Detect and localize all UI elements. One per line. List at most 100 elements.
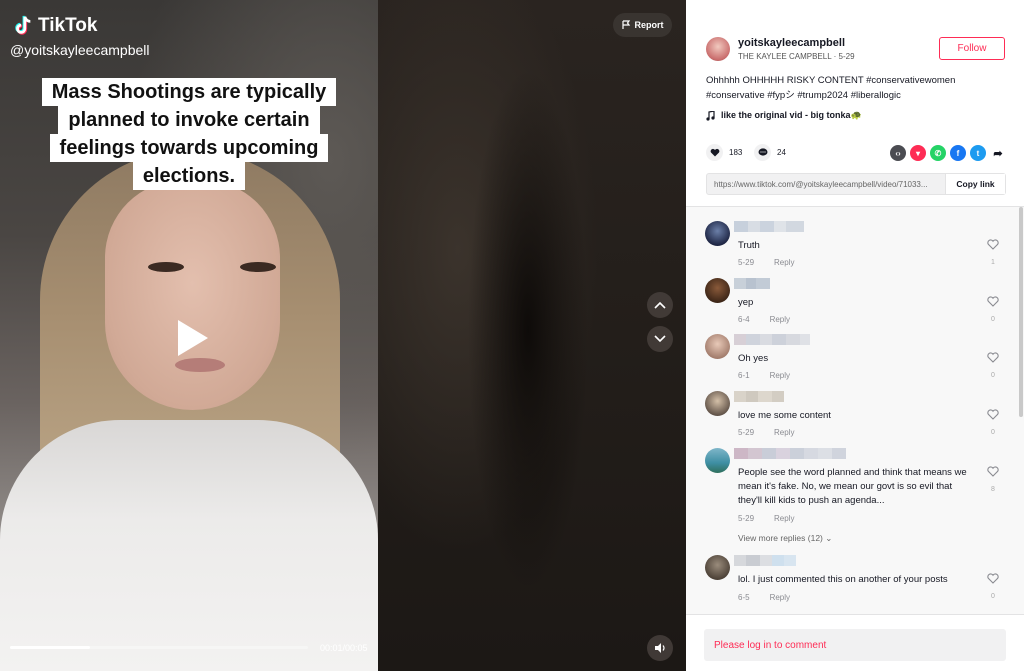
comment-like-count: 0 (991, 372, 995, 379)
comment-count: 24 (777, 148, 786, 157)
chevron-down-icon: ⌄ (825, 533, 833, 543)
comment-like-button[interactable]: 0 (986, 571, 1000, 600)
comment-date: 6-5 (738, 593, 750, 602)
comment-like-button[interactable]: 0 (986, 407, 1000, 436)
report-button[interactable]: Report (613, 13, 672, 37)
commenter-avatar[interactable] (705, 391, 730, 416)
commenter-name-redacted[interactable] (734, 555, 796, 566)
comment-date: 5-29 (738, 514, 755, 523)
caption-line: Mass Shootings are typically (41, 78, 337, 106)
share-icons: ‹› ▾ ✆ f t ➦ (890, 145, 1006, 161)
music-link[interactable]: like the original vid - big tonka🐢 (706, 110, 862, 121)
post-description: Ohhhhh OHHHHH RISKY CONTENT #conservativ… (706, 75, 956, 101)
tiktok-video-page: TikTok @yoitskayleecampbell Mass Shootin… (0, 0, 1024, 671)
heart-outline-icon (987, 239, 999, 250)
chevron-down-icon (654, 335, 666, 343)
reply-link[interactable]: Reply (770, 593, 790, 602)
video-subject-shirt (0, 420, 378, 671)
play-icon[interactable] (178, 320, 208, 356)
view-more-replies[interactable]: View more replies (12) ⌄ (738, 533, 832, 544)
comment-date: 5-29 (738, 258, 755, 267)
video-time: 00:01/00:05 (320, 643, 368, 653)
video-progress-bar[interactable] (10, 646, 308, 649)
comment-text: Truth (738, 240, 760, 251)
send-icon[interactable]: ▾ (910, 145, 926, 161)
comment-like-count: 1 (991, 259, 995, 266)
share-link[interactable]: https://www.tiktok.com/@yoitskayleecampb… (714, 180, 946, 189)
commenter-name-redacted[interactable] (734, 334, 810, 345)
reply-link[interactable]: Reply (774, 514, 794, 523)
reply-link[interactable]: Reply (774, 258, 794, 267)
comment-date: 5-29 (738, 428, 755, 437)
comment-like-button[interactable]: 8 (986, 464, 1000, 493)
commenter-name-redacted[interactable] (734, 221, 804, 232)
comment-like-count: 0 (991, 593, 995, 600)
facebook-icon[interactable]: f (950, 145, 966, 161)
commenter-avatar[interactable] (705, 221, 730, 246)
comment-like-button[interactable]: 1 (986, 237, 1000, 266)
comment-icon (758, 148, 767, 156)
report-label: Report (634, 20, 664, 30)
speaker-icon (654, 643, 665, 653)
follow-button[interactable]: Follow (939, 37, 1005, 60)
comment-like-count: 0 (991, 316, 995, 323)
heart-outline-icon (987, 296, 999, 307)
next-video-button[interactable] (647, 326, 673, 352)
heart-outline-icon (987, 466, 999, 477)
whatsapp-icon[interactable]: ✆ (930, 145, 946, 161)
embed-icon[interactable]: ‹› (890, 145, 906, 161)
comment-text: Oh yes (738, 353, 769, 364)
author-subtitle: THE KAYLEE CAMPBELL · 5-29 (738, 52, 855, 61)
copy-link-button[interactable]: Copy link (945, 174, 1005, 194)
comments-scrollbar[interactable] (1019, 207, 1023, 417)
tiktok-logo[interactable]: TikTok (12, 14, 97, 38)
tiktok-note-icon (15, 15, 31, 35)
commenter-avatar[interactable] (705, 555, 730, 580)
commenter-avatar[interactable] (705, 448, 730, 473)
comment-button[interactable]: 24 (754, 144, 786, 161)
music-title: like the original vid - big tonka🐢 (721, 110, 862, 120)
login-to-comment-button[interactable]: Please log in to comment (704, 629, 1006, 661)
video-subject-face (105, 180, 280, 410)
commenter-avatar[interactable] (705, 278, 730, 303)
comment-date: 6-1 (738, 371, 750, 380)
commenter-name-redacted[interactable] (734, 448, 846, 459)
flag-icon (621, 20, 630, 29)
commenter-name-redacted[interactable] (734, 391, 784, 402)
commenter-avatar[interactable] (705, 334, 730, 359)
share-arrow-icon[interactable]: ➦ (990, 145, 1006, 161)
comment-like-count: 8 (991, 486, 995, 493)
video-caption: Mass Shootings are typically planned to … (0, 78, 378, 190)
heart-outline-icon (987, 573, 999, 584)
music-note-icon (706, 110, 715, 121)
like-button[interactable]: 183 (706, 144, 742, 161)
video-panel: TikTok @yoitskayleecampbell Mass Shootin… (0, 0, 686, 671)
blurred-background (378, 0, 686, 671)
comment-date: 6-4 (738, 315, 750, 324)
chevron-up-icon (654, 301, 666, 309)
author-avatar[interactable] (706, 37, 730, 61)
details-panel: yoitskayleecampbell THE KAYLEE CAMPBELL … (686, 0, 1024, 671)
caption-line: planned to invoke certain (58, 106, 320, 134)
reply-link[interactable]: Reply (774, 428, 794, 437)
previous-video-button[interactable] (647, 292, 673, 318)
comment-login-bar: Please log in to comment (686, 614, 1024, 671)
comment-text: yep (738, 297, 754, 308)
reply-link[interactable]: Reply (770, 371, 790, 380)
caption-line: elections. (132, 162, 246, 190)
commenter-name-redacted[interactable] (734, 278, 770, 289)
reply-link[interactable]: Reply (770, 315, 790, 324)
volume-button[interactable] (647, 635, 673, 661)
like-count: 183 (729, 148, 743, 157)
comment-like-button[interactable]: 0 (986, 294, 1000, 323)
comments-list[interactable]: Truth 5-29 Reply 1 yep 6-4 Reply 0 Oh ye… (686, 206, 1024, 614)
video-handle: @yoitskayleecampbell (10, 42, 150, 58)
video-player[interactable]: TikTok @yoitskayleecampbell Mass Shootin… (0, 0, 378, 671)
author-display-name: THE KAYLEE CAMPBELL (738, 52, 832, 61)
share-link-box: https://www.tiktok.com/@yoitskayleecampb… (706, 173, 1006, 195)
twitter-icon[interactable]: t (970, 145, 986, 161)
comment-like-button[interactable]: 0 (986, 350, 1000, 379)
author-username[interactable]: yoitskayleecampbell (738, 37, 845, 49)
comment-text: People see the word planned and think th… (738, 467, 967, 506)
video-progress-fill (10, 646, 91, 649)
